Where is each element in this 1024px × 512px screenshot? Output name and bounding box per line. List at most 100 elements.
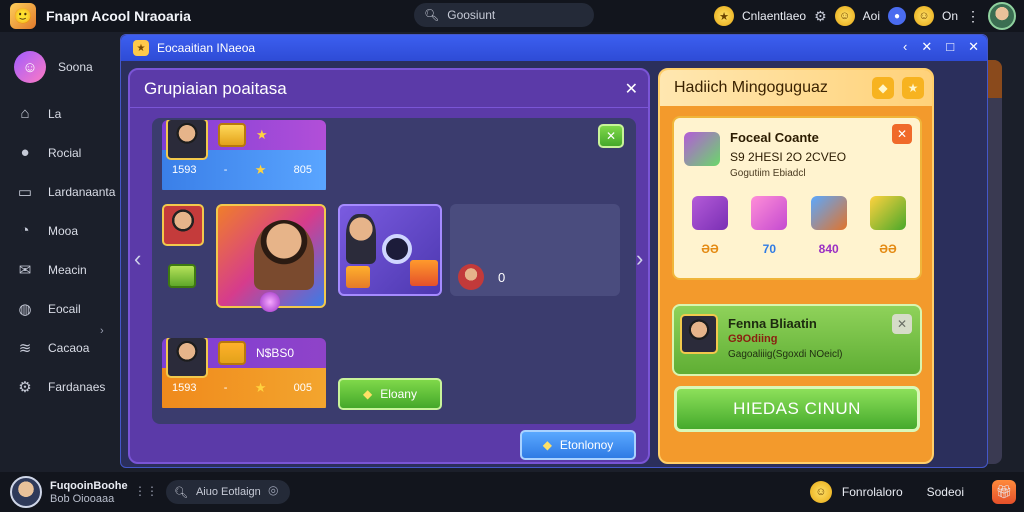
- featured-avatar: [254, 220, 314, 290]
- stat-right: 005: [293, 382, 312, 394]
- maximize-icon[interactable]: □: [946, 39, 954, 55]
- window-app-icon: ★: [133, 40, 149, 56]
- app-title: Fnapn Acool Nraoaria: [46, 8, 191, 24]
- reward-item[interactable]: 840: [807, 196, 851, 256]
- sidebar-item-home[interactable]: ⌂ La: [0, 94, 118, 133]
- gift-icon: [751, 196, 788, 230]
- member-card[interactable]: ★ 1593 - ★ 805: [162, 120, 326, 194]
- close-icon[interactable]: ✕: [892, 124, 912, 144]
- bottom-user-text: FuqooinBoohe Bob Oiooaaa: [50, 480, 128, 505]
- reward-card: Foceal Coante S9 2HESI 2O 2CVEO Gogutiim…: [672, 116, 922, 280]
- group-panel-title: Grupiaian poaitasa: [130, 70, 648, 108]
- gift-scene-tile[interactable]: [338, 204, 442, 296]
- sidebar-item-label: Mooa: [48, 223, 79, 238]
- user-subtitle: Bob Oiooaaa: [50, 492, 115, 505]
- settings-icon[interactable]: ⚙: [814, 8, 827, 25]
- top-bar: 🙂 Fnapn Acool Nraoaria 🔍︎ Goosiunt ★ Cnl…: [0, 0, 1024, 32]
- sidebar-item-social[interactable]: ● Rocial: [0, 133, 118, 172]
- reward-item-value: 840: [818, 242, 839, 256]
- gift-icon: [410, 260, 438, 286]
- sidebar-item-settings[interactable]: ⚙ Fardanaes: [0, 367, 118, 406]
- gift-icon: [346, 266, 370, 288]
- arrow-right-icon[interactable]: ›: [636, 246, 643, 272]
- reward-subtitle: Gogutiim Ebiadcl: [730, 168, 806, 179]
- chevron-right-icon[interactable]: ›: [100, 325, 104, 337]
- featured-member-tile[interactable]: [216, 204, 326, 312]
- coin-icon: ☺: [834, 6, 855, 26]
- sidebar-item-label: Soona: [58, 60, 93, 74]
- reward-panel: Hadiich Mingoguguaz ◆ ★ Foceal Coante S9…: [658, 68, 934, 464]
- status-label: On: [941, 9, 958, 23]
- sidebar-item-label: Lardanaanta: [48, 184, 116, 199]
- search-input[interactable]: 🔍︎ Goosiunt: [414, 3, 594, 27]
- close-icon[interactable]: ✕: [968, 39, 979, 55]
- action-button[interactable]: ◆ Eloany: [338, 378, 442, 410]
- settings-label[interactable]: Sodeoi: [927, 485, 964, 499]
- stat-mid: -: [223, 164, 228, 176]
- layers-icon: ≋: [18, 339, 32, 357]
- reward-panel-icons: ◆ ★: [872, 77, 924, 99]
- group-grid: ★ 1593 - ★ 805 ✕ 0 N$BS0 1593 - ★ 005 ◆ …: [152, 118, 636, 424]
- close-icon: ✕: [605, 129, 617, 143]
- close-icon[interactable]: ✕: [892, 314, 912, 334]
- sidebar-item-label: Meacin: [48, 262, 87, 277]
- bottom-bar: FuqooinBoohe Bob Oiooaaa ⋮⋮ 🔍︎ Aiuo Eotl…: [0, 472, 1024, 512]
- member-tile-small[interactable]: [162, 204, 206, 296]
- eye-icon: [382, 234, 412, 264]
- window-titlebar: ★ Eocaaitian INaeoa: [121, 35, 987, 61]
- cube-icon: [692, 196, 728, 230]
- more-icon[interactable]: ⋮: [966, 8, 980, 25]
- reward-item[interactable]: ƏƏ: [866, 196, 910, 256]
- member-card-header: N$BS0: [162, 338, 326, 378]
- sidebar-item-mode[interactable]: ◔ Mooa: [0, 211, 118, 250]
- reward-item[interactable]: ƏƏ: [688, 196, 732, 256]
- arrow-left-icon[interactable]: ‹: [134, 246, 141, 272]
- star-icon: ★: [902, 77, 924, 99]
- friend-notification[interactable]: Fenna Bliaatin G9Odiing Gagoaliiig(Sgoxd…: [672, 304, 922, 376]
- chest-icon: [218, 341, 246, 365]
- badge-icon: ◆: [872, 77, 894, 99]
- stat-mid: -: [223, 382, 228, 394]
- leaderboard-icon: ▭: [17, 183, 33, 201]
- sidebar-item-label: La: [48, 106, 62, 121]
- claim-button[interactable]: HIEDAS CINUN: [674, 386, 920, 432]
- avatar: [166, 120, 208, 160]
- action-button-label: Eloany: [380, 387, 417, 401]
- collapse-icon[interactable]: ‹: [903, 39, 907, 55]
- sidebar-item-messages[interactable]: ✉ Meacin: [0, 250, 118, 289]
- friend-text: Gagoaliiig(Sgoxdi NOeicl): [728, 349, 843, 360]
- window-title: Eocaaitian INaeoa: [157, 41, 256, 55]
- sidebar-item-global[interactable]: ◍ Eocail: [0, 289, 118, 328]
- close-icon[interactable]: ✕: [625, 79, 638, 99]
- profile-icon: ☺: [14, 51, 46, 83]
- stat-left: 1593: [172, 164, 197, 176]
- close-icon[interactable]: ✕: [921, 39, 932, 55]
- notification-icon[interactable]: ●: [887, 7, 906, 25]
- search-icon: 🔍︎: [174, 486, 188, 499]
- gem-icon: [260, 292, 280, 312]
- card-header-value: N$BS0: [256, 346, 295, 360]
- user-avatar[interactable]: [988, 2, 1016, 30]
- grid-icon[interactable]: ⋮⋮: [134, 484, 158, 498]
- sidebar-item-label: Eocail: [48, 301, 81, 316]
- chest-icon: [810, 196, 847, 230]
- star-icon: ★: [254, 162, 267, 177]
- sidebar-item-profile[interactable]: ☺ Soona: [0, 40, 118, 94]
- window-controls: ‹ ✕ □ ✕: [903, 39, 979, 55]
- user-name: FuqooinBoohe: [50, 479, 128, 492]
- gift-icon[interactable]: 🎁︎: [992, 480, 1016, 504]
- reward-item-value: ƏƏ: [701, 242, 719, 256]
- member-card[interactable]: N$BS0 1593 - ★ 005: [162, 338, 326, 412]
- emoji-icon[interactable]: ◎: [268, 483, 278, 497]
- friend-label[interactable]: Fonrolaloro: [842, 485, 903, 499]
- stat-right: 805: [293, 164, 312, 176]
- sidebar-item-leaderboard[interactable]: ▭ Lardanaanta: [0, 172, 118, 211]
- confirm-button[interactable]: ✕: [598, 124, 624, 148]
- bottom-action-button[interactable]: ◆ Etonlonoy: [520, 430, 636, 460]
- bottom-user[interactable]: FuqooinBoohe Bob Oiooaaa: [10, 476, 128, 508]
- sidebar-item-label: Rocial: [48, 145, 82, 160]
- friend-name: Fenna Bliaatin: [728, 316, 817, 331]
- reward-title: Foceal Coante: [730, 130, 819, 145]
- reward-item[interactable]: 70: [747, 196, 791, 256]
- search-icon: 🔍︎: [424, 8, 440, 22]
